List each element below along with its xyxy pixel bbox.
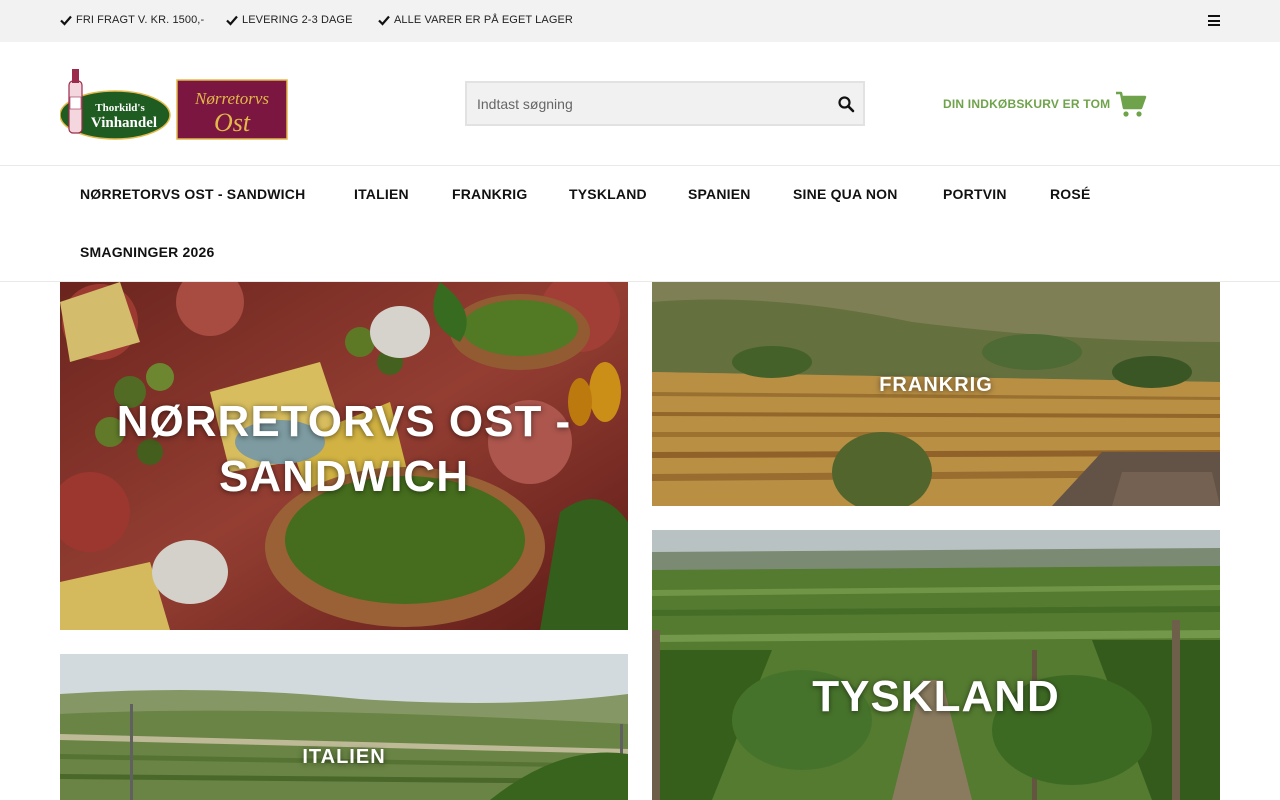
usp-label: LEVERING 2-3 DAGE xyxy=(242,14,353,26)
svg-text:Ost: Ost xyxy=(214,108,251,137)
tile-title-italien: ITALIEN xyxy=(302,746,386,768)
svg-text:Thorkild's: Thorkild's xyxy=(95,102,145,114)
nav-item-frankrig[interactable]: FRANKRIG xyxy=(452,186,527,202)
shopping-cart-icon xyxy=(1116,91,1147,117)
nav-item-rose[interactable]: ROSÉ xyxy=(1050,186,1090,202)
nav-item-sine-qua-non[interactable]: SINE QUA NON xyxy=(793,186,898,202)
svg-text:Nørretorvs: Nørretorvs xyxy=(194,89,269,108)
usp-delivery: LEVERING 2-3 DAGE xyxy=(226,14,353,26)
search-input[interactable] xyxy=(477,83,827,124)
usp-label: ALLE VARER ER PÅ EGET LAGER xyxy=(394,14,573,26)
usp-stock: ALLE VARER ER PÅ EGET LAGER xyxy=(378,14,573,26)
vineyard-green-image xyxy=(652,530,1220,800)
site-header: Thorkild's Vinhandel Nørretorvs Ost DIN … xyxy=(0,42,1280,166)
cart-button[interactable]: DIN INDKØBSKURV ER TOM xyxy=(943,90,1147,118)
category-tile-tyskland[interactable]: TYSKLAND xyxy=(652,530,1220,800)
nav-item-spanien[interactable]: SPANIEN xyxy=(688,186,751,202)
vineyard-hills-image xyxy=(60,654,628,800)
nav-item-smagninger[interactable]: SMAGNINGER 2026 xyxy=(80,244,214,260)
category-tile-italien[interactable]: ITALIEN xyxy=(60,654,628,800)
usp-free-shipping: FRI FRAGT V. KR. 1500,- xyxy=(60,14,204,26)
nav-item-tyskland[interactable]: TYSKLAND xyxy=(569,186,647,202)
hamburger-menu-icon[interactable] xyxy=(1208,15,1220,26)
top-bar: FRI FRAGT V. KR. 1500,- LEVERING 2-3 DAG… xyxy=(0,0,1280,42)
check-icon xyxy=(378,15,390,26)
check-icon xyxy=(226,15,238,26)
main-navigation: NØRRETORVS OST - SANDWICH ITALIEN FRANKR… xyxy=(0,166,1280,282)
category-tile-sandwich[interactable]: NØRRETORVS OST - SANDWICH xyxy=(60,282,628,630)
search-box xyxy=(465,81,865,126)
check-icon xyxy=(60,15,72,26)
search-icon[interactable] xyxy=(837,95,855,113)
nav-item-portvin[interactable]: PORTVIN xyxy=(943,186,1007,202)
tile-title-frankrig: FRANKRIG xyxy=(879,374,993,396)
category-tile-frankrig[interactable]: FRANKRIG xyxy=(652,282,1220,506)
tile-title-tyskland: TYSKLAND xyxy=(812,672,1060,721)
svg-text:Vinhandel: Vinhandel xyxy=(91,115,157,131)
nav-item-italien[interactable]: ITALIEN xyxy=(354,186,409,202)
cart-label: DIN INDKØBSKURV ER TOM xyxy=(943,97,1111,111)
usp-label: FRI FRAGT V. KR. 1500,- xyxy=(76,14,205,26)
site-logo[interactable]: Thorkild's Vinhandel Nørretorvs Ost xyxy=(60,67,290,143)
nav-item-sandwich[interactable]: NØRRETORVS OST - SANDWICH xyxy=(80,186,305,202)
tile-title-sandwich: NØRRETORVS OST - SANDWICH xyxy=(116,397,572,501)
